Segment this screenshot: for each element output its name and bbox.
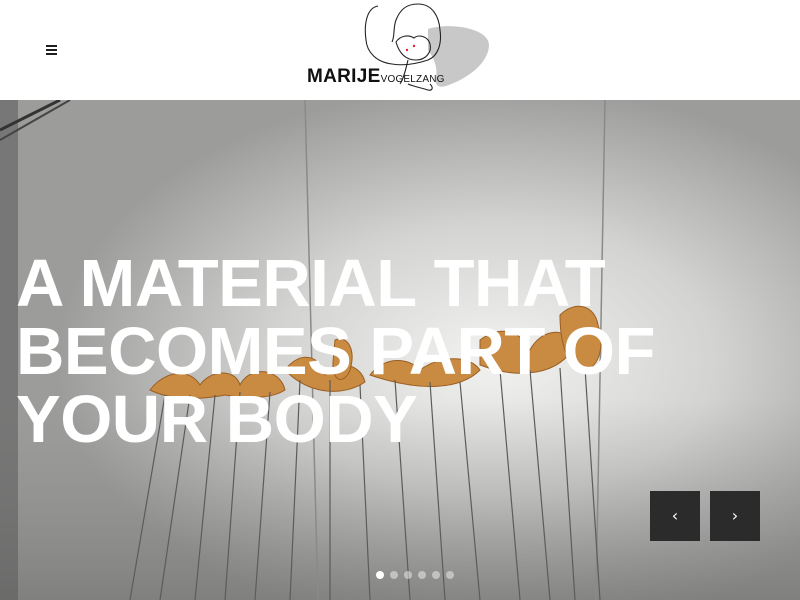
slider-next-button[interactable]: › — [710, 491, 760, 541]
slider-dot[interactable] — [390, 571, 398, 579]
logo-name-main: MARIJE — [307, 66, 381, 87]
hamburger-menu-icon — [45, 44, 57, 55]
hero-title: A MATERIAL THAT BECOMES PART OF YOUR BOD… — [16, 250, 696, 454]
chevron-right-icon: › — [731, 506, 739, 525]
slider-dot[interactable] — [446, 571, 454, 579]
menu-toggle-button[interactable] — [40, 38, 62, 60]
logo-wordmark: MARIJEVOGELZANG — [307, 66, 445, 88]
hero-title-line: YOUR BODY — [16, 382, 418, 457]
logo-name-sub: VOGELZANG — [380, 74, 445, 85]
chevron-left-icon: ‹ — [671, 506, 679, 525]
site-header: MARIJEVOGELZANG — [0, 0, 800, 100]
slider-prev-button[interactable]: ‹ — [650, 491, 700, 541]
slider-dot[interactable] — [376, 571, 384, 579]
slider-dot[interactable] — [432, 571, 440, 579]
hero-title-line: A MATERIAL THAT — [16, 246, 606, 321]
slider-dot[interactable] — [418, 571, 426, 579]
site-logo[interactable]: MARIJEVOGELZANG — [300, 0, 500, 100]
slider-dots — [376, 571, 454, 579]
hero-slider: A MATERIAL THAT BECOMES PART OF YOUR BOD… — [0, 100, 800, 600]
slider-dot[interactable] — [404, 571, 412, 579]
hero-title-line: BECOMES PART OF — [16, 314, 655, 389]
